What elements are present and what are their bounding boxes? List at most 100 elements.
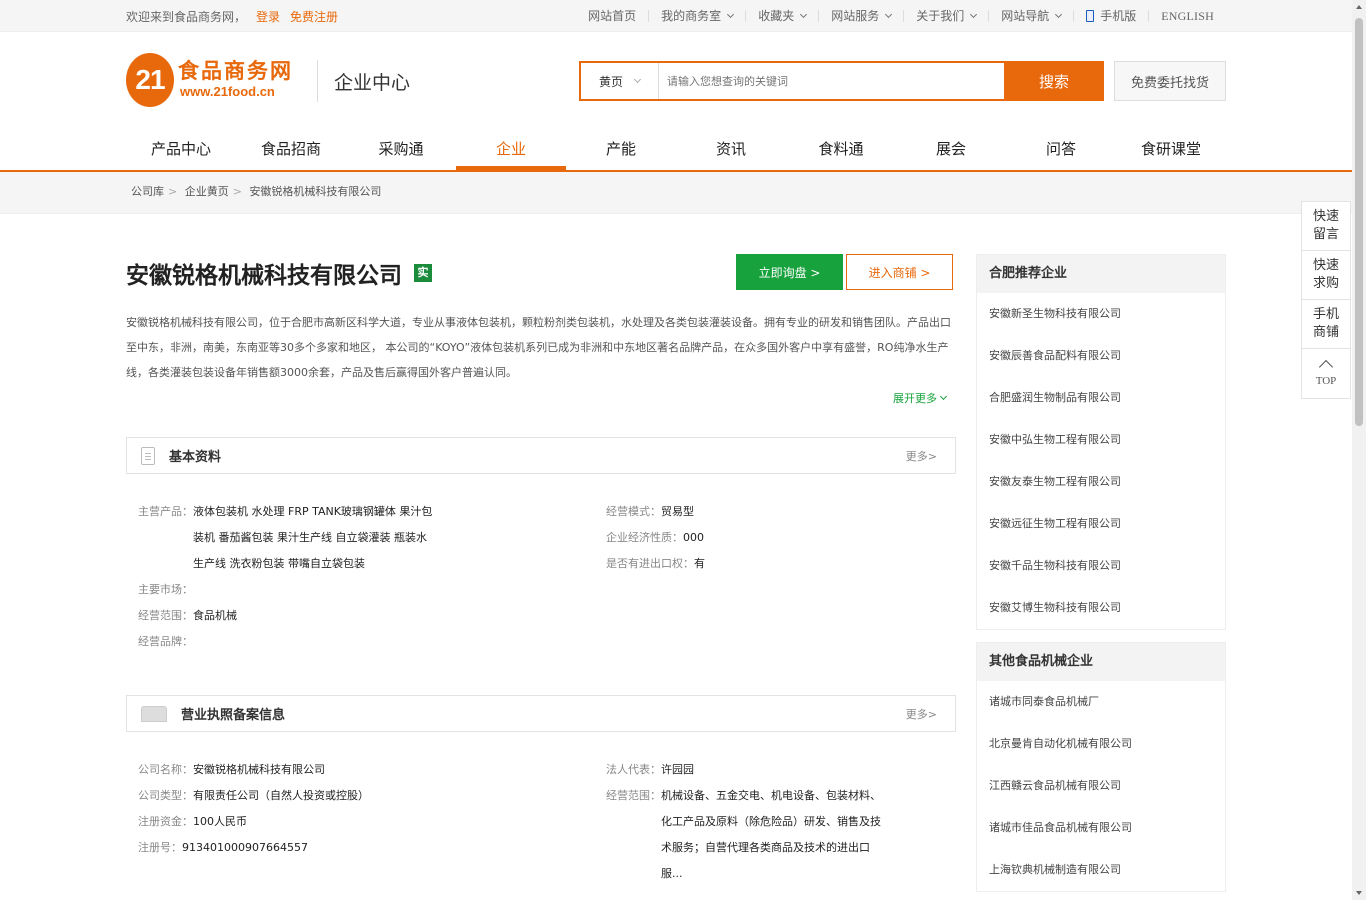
header: 21 食品商务网 www.21food.cn 企业中心 黄页 搜索 免费委托找货 [0, 32, 1366, 130]
import-export-key: 是否有进出口权： [606, 557, 694, 570]
top-link-sitemap[interactable]: 网站导航 [988, 10, 1073, 22]
login-link[interactable]: 登录 [256, 8, 280, 25]
import-export-value: 有 [694, 557, 705, 570]
chevron-down-icon [633, 75, 642, 84]
business-mode-key: 经营模式： [606, 505, 661, 518]
search-button[interactable]: 搜索 [1004, 61, 1104, 101]
recommend-item[interactable]: 安徽远征生物工程有限公司 [977, 503, 1225, 545]
recommend-item[interactable]: 合肥盛润生物制品有限公司 [977, 377, 1225, 419]
mobile-shop-button[interactable]: 手机商铺 [1302, 300, 1350, 349]
nav-capacity[interactable]: 产能 [566, 130, 676, 168]
logo-mark: 21 [126, 53, 174, 107]
basic-info-title: 基本资料 [169, 450, 222, 465]
legal-rep-value: 许园园 [661, 763, 694, 776]
back-to-top-button[interactable]: TOP [1302, 349, 1350, 398]
recommend-item[interactable]: 安徽千品生物科技有限公司 [977, 545, 1225, 587]
top-link-home[interactable]: 网站首页 [576, 10, 648, 22]
top-link-favorites[interactable]: 收藏夹 [745, 10, 818, 22]
other-machinery-title: 其他食品机械企业 [977, 643, 1225, 681]
other-machinery-item[interactable]: 北京曼肯自动化机械有限公司 [977, 723, 1225, 765]
other-machinery-item[interactable]: 诸城市同泰食品机械厂 [977, 681, 1225, 723]
license-scope-value: 机械设备、五金交电、机电设备、包装材料、 化工产品及原料（除危险品）研发、销售及… [661, 789, 881, 880]
license-more-link[interactable]: 更多> [906, 706, 937, 722]
nav-qa[interactable]: 问答 [1006, 130, 1116, 168]
company-type-value: 有限责任公司（自然人投资或控股） [193, 789, 369, 802]
sidebar: 合肥推荐企业 安徽新圣生物科技有限公司 安徽辰善食品配料有限公司 合肥盛润生物制… [976, 254, 1226, 892]
nav-products[interactable]: 产品中心 [126, 130, 236, 168]
registration-no-key: 注册号： [138, 841, 182, 854]
breadcrumb: 公司库 > 企业黄页 > 安徽锐格机械科技有限公司 [0, 172, 1366, 214]
recommend-item[interactable]: 安徽友泰生物工程有限公司 [977, 461, 1225, 503]
license-header: 营业执照备案信息 更多> [126, 695, 956, 732]
basic-info-header: 基本资料 更多> [126, 437, 956, 474]
chevron-down-icon [727, 10, 735, 19]
search-input[interactable] [659, 63, 1004, 99]
scrollbar[interactable] [1352, 0, 1366, 900]
registered-capital-value: 100人民币 [193, 815, 247, 828]
nav-classroom[interactable]: 食研课堂 [1116, 130, 1226, 168]
breadcrumb-yellow-pages[interactable]: 企业黄页 [185, 185, 229, 198]
nav-expo[interactable]: 展会 [896, 130, 1006, 168]
logo-text-en: www.21food.cn [180, 84, 275, 99]
other-machinery-item[interactable]: 上海钦典机械制造有限公司 [977, 849, 1225, 891]
registration-no-value: 913401000907664557 [182, 841, 308, 854]
other-machinery-item[interactable]: 诸城市佳品食品机械有限公司 [977, 807, 1225, 849]
nav-news[interactable]: 资讯 [676, 130, 786, 168]
nav-ingredients[interactable]: 食料通 [786, 130, 896, 168]
phone-icon [1086, 10, 1095, 22]
chevron-down-icon [970, 10, 978, 19]
top-link-english[interactable]: ENGLISH [1148, 10, 1226, 22]
company-type-key: 公司类型： [138, 789, 193, 802]
chevron-down-icon [1055, 10, 1063, 19]
search-bar: 黄页 搜索 [579, 61, 1104, 101]
inquiry-button[interactable]: 立即询盘 > [736, 254, 843, 290]
recommend-item[interactable]: 安徽中弘生物工程有限公司 [977, 419, 1225, 461]
recommend-item[interactable]: 安徽辰善食品配料有限公司 [977, 335, 1225, 377]
expand-more-link[interactable]: 展开更多 [893, 390, 948, 406]
scroll-up-icon[interactable] [1356, 5, 1362, 9]
scrollbar-thumb[interactable] [1355, 18, 1363, 426]
company-name-value: 安徽锐格机械科技有限公司 [193, 763, 325, 776]
main-products-value: 液体包装机 水处理 FRP TANK玻璃钢罐体 果汁包 装机 番茄酱包装 果汁生… [193, 505, 433, 570]
site-logo[interactable]: 21 食品商务网 www.21food.cn [126, 52, 301, 110]
search-type-select[interactable]: 黄页 [581, 63, 659, 99]
other-machinery-item[interactable]: 江西赣云食品机械有限公司 [977, 765, 1225, 807]
main-market-key: 主要市场： [138, 583, 193, 596]
nav-franchise[interactable]: 食品招商 [236, 130, 346, 168]
top-link-mobile[interactable]: 手机版 [1073, 10, 1148, 22]
license-left: 公司名称： 安徽锐格机械科技有限公司 公司类型： 有限责任公司（自然人投资或控股） … [138, 757, 558, 861]
quick-purchase-button[interactable]: 快速求购 [1302, 251, 1350, 300]
recommend-item[interactable]: 安徽艾博生物科技有限公司 [977, 587, 1225, 629]
top-link-about[interactable]: 关于我们 [903, 10, 988, 22]
header-divider [317, 60, 318, 102]
legal-rep-key: 法人代表： [606, 763, 661, 776]
business-scope-value: 食品机械 [193, 609, 237, 622]
company-title: 安徽锐格机械科技有限公司 实 [126, 256, 432, 290]
business-mode-value: 贸易型 [661, 505, 694, 518]
section-title: 企业中心 [334, 72, 411, 94]
top-link-services[interactable]: 网站服务 [818, 10, 903, 22]
business-scope-key: 经营范围： [138, 609, 193, 622]
license-right: 法人代表： 许园园 经营范围： 机械设备、五金交电、机电设备、包装材料、 化工产品… [606, 757, 946, 887]
recommend-item[interactable]: 安徽新圣生物科技有限公司 [977, 293, 1225, 335]
nav-purchase[interactable]: 采购通 [346, 130, 456, 168]
breadcrumb-company-db[interactable]: 公司库 [131, 185, 164, 198]
floating-toolbar: 快速留言 快速求购 手机商铺 TOP [1301, 201, 1351, 399]
nav-enterprise[interactable]: 企业 [456, 130, 566, 170]
quick-message-button[interactable]: 快速留言 [1302, 202, 1350, 251]
entrust-button[interactable]: 免费委托找货 [1114, 61, 1226, 101]
economic-nature-value: 000 [683, 531, 704, 544]
basic-info-more-link[interactable]: 更多> [906, 448, 937, 464]
license-title: 营业执照备案信息 [181, 708, 286, 723]
brand-key: 经营品牌： [138, 635, 193, 648]
enter-shop-button[interactable]: 进入商铺 > [846, 254, 953, 290]
recommend-title: 合肥推荐企业 [977, 255, 1225, 293]
other-machinery-box: 其他食品机械企业 诸城市同泰食品机械厂 北京曼肯自动化机械有限公司 江西赣云食品… [976, 642, 1226, 892]
top-link-my-office[interactable]: 我的商务室 [648, 10, 745, 22]
chevron-down-icon [939, 392, 948, 401]
logo-text-cn: 食品商务网 [178, 59, 293, 83]
company-name-key: 公司名称： [138, 763, 193, 776]
license-scope-key: 经营范围： [606, 789, 661, 802]
register-link[interactable]: 免费注册 [290, 8, 338, 25]
scroll-down-icon[interactable] [1356, 891, 1362, 895]
